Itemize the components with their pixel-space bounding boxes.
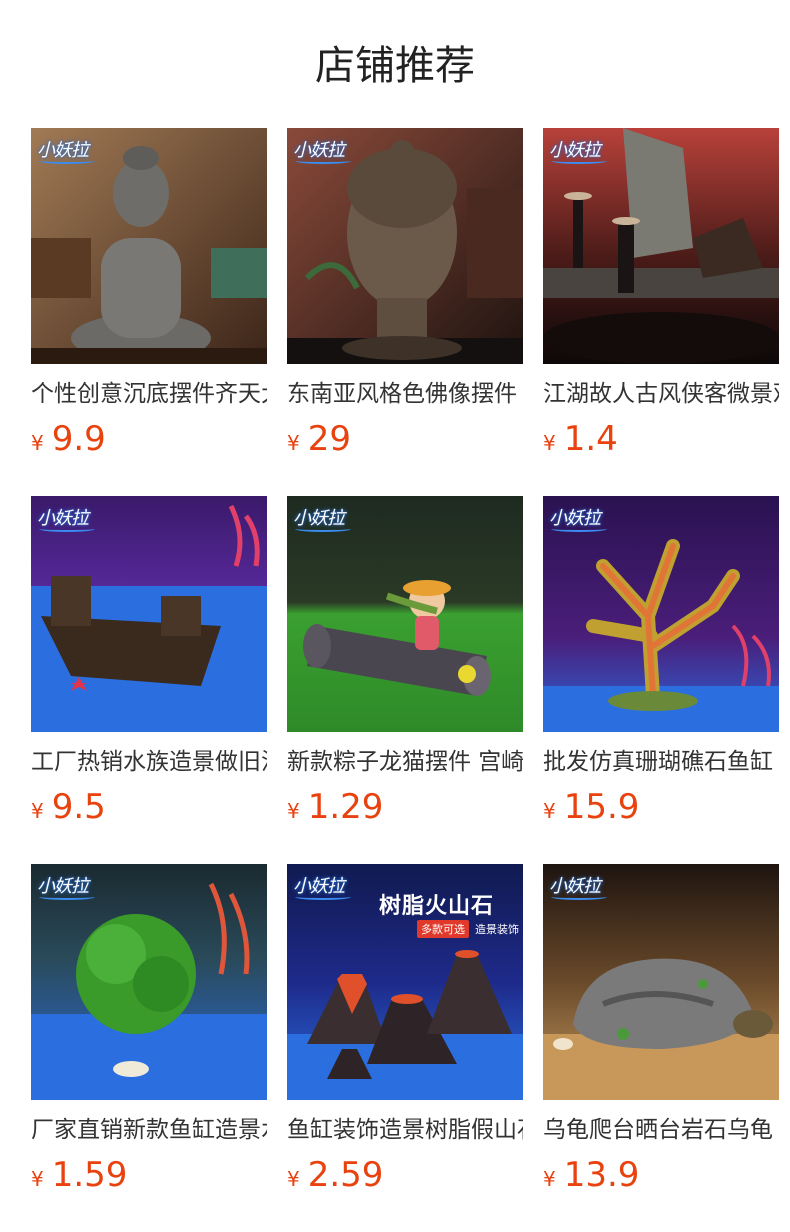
price-value: 1.29: [307, 787, 384, 827]
product-name[interactable]: 工厂热销水族造景做旧沉船: [31, 746, 267, 778]
brand-logo-wave-icon: [551, 158, 607, 164]
currency-symbol: ¥: [31, 431, 44, 455]
brand-logo-wave-icon: [551, 894, 607, 900]
product-card[interactable]: 小妖拉 批发仿真珊瑚礁石鱼缸 ¥ 15.9: [543, 496, 779, 864]
product-name[interactable]: 批发仿真珊瑚礁石鱼缸: [543, 746, 779, 778]
product-image-buddha[interactable]: 小妖拉: [287, 128, 523, 364]
price-value: 2.59: [307, 1155, 384, 1195]
product-card[interactable]: 小妖拉 乌龟爬台晒台岩石乌龟 ¥ 13.9: [543, 864, 779, 1232]
product-name[interactable]: 乌龟爬台晒台岩石乌龟: [543, 1114, 779, 1146]
product-name[interactable]: 东南亚风格色佛像摆件: [287, 378, 523, 410]
product-image-volcano-rocks[interactable]: 小妖拉 树脂火山石 多款可选 造景装饰: [287, 864, 523, 1100]
product-grid: 小妖拉 个性创意沉底摆件齐天大圣 ¥ 9.9: [31, 128, 779, 1232]
currency-symbol: ¥: [287, 1167, 300, 1191]
price-value: 9.9: [51, 419, 106, 459]
product-card[interactable]: 小妖拉 树脂火山石 多款可选 造景装饰 鱼缸装饰造景树脂假山石 ¥ 2.59: [287, 864, 523, 1232]
product-card[interactable]: 小妖拉 江湖故人古风侠客微景观 ¥ 1.4: [543, 128, 779, 496]
product-card[interactable]: 小妖拉 个性创意沉底摆件齐天大圣 ¥ 9.9: [31, 128, 267, 496]
currency-symbol: ¥: [543, 799, 556, 823]
product-card[interactable]: 小妖拉 厂家直销新款鱼缸造景水草 ¥ 1.59: [31, 864, 267, 1232]
product-image-monkey-king[interactable]: 小妖拉: [31, 128, 267, 364]
brand-logo-wave-icon: [295, 894, 351, 900]
product-price: ¥ 1.59: [31, 1156, 267, 1194]
image-overlay-tag: 多款可选 造景装饰: [417, 920, 519, 938]
product-price: ¥ 1.4: [543, 420, 779, 458]
product-name[interactable]: 个性创意沉底摆件齐天大圣: [31, 378, 267, 410]
product-price: ¥ 9.9: [31, 420, 267, 458]
product-image-wuxia-figures[interactable]: 小妖拉: [543, 128, 779, 364]
currency-symbol: ¥: [287, 799, 300, 823]
currency-symbol: ¥: [543, 1167, 556, 1191]
product-name[interactable]: 厂家直销新款鱼缸造景水草: [31, 1114, 267, 1146]
image-overlay-title: 树脂火山石: [379, 894, 495, 919]
currency-symbol: ¥: [287, 431, 300, 455]
brand-logo-wave-icon: [295, 526, 351, 532]
product-image-girl-on-log[interactable]: 小妖拉: [287, 496, 523, 732]
overlay-subtitle: 造景装饰: [475, 923, 519, 936]
product-image-coral[interactable]: 小妖拉: [543, 496, 779, 732]
product-image-shipwreck[interactable]: 小妖拉: [31, 496, 267, 732]
page-title: 店铺推荐: [315, 43, 475, 89]
currency-symbol: ¥: [31, 1167, 44, 1191]
brand-logo-wave-icon: [39, 526, 95, 532]
product-card[interactable]: 小妖拉 东南亚风格色佛像摆件 ¥ 29: [287, 128, 523, 496]
brand-logo-wave-icon: [551, 526, 607, 532]
brand-logo-wave-icon: [295, 158, 351, 164]
product-price: ¥ 13.9: [543, 1156, 779, 1194]
product-name[interactable]: 鱼缸装饰造景树脂假山石: [287, 1114, 523, 1146]
product-price: ¥ 9.5: [31, 788, 267, 826]
brand-logo-wave-icon: [39, 894, 95, 900]
price-value: 15.9: [563, 787, 640, 827]
price-value: 13.9: [563, 1155, 640, 1195]
product-price: ¥ 15.9: [543, 788, 779, 826]
product-price: ¥ 29: [287, 420, 523, 458]
overlay-badge: 多款可选: [417, 920, 469, 938]
product-image-aquatic-grass[interactable]: 小妖拉: [31, 864, 267, 1100]
price-value: 9.5: [51, 787, 106, 827]
product-image-turtle-rock[interactable]: 小妖拉: [543, 864, 779, 1100]
store-recommendations-page: 店铺推荐 小妖拉 个性创意沉底摆件齐天 ¥ 9.9 小妖拉 东南亚风格色佛像摆件…: [0, 0, 790, 1232]
price-value: 1.4: [563, 419, 618, 459]
product-card[interactable]: 小妖拉 新款粽子龙猫摆件 宫崎骏 ¥ 1.29: [287, 496, 523, 864]
price-value: 1.59: [51, 1155, 128, 1195]
product-card[interactable]: 小妖拉 工厂热销水族造景做旧沉船 ¥ 9.5: [31, 496, 267, 864]
price-value: 29: [307, 419, 351, 459]
currency-symbol: ¥: [31, 799, 44, 823]
product-price: ¥ 1.29: [287, 788, 523, 826]
brand-logo-wave-icon: [39, 158, 95, 164]
product-price: ¥ 2.59: [287, 1156, 523, 1194]
product-name[interactable]: 新款粽子龙猫摆件 宫崎骏: [287, 746, 523, 778]
currency-symbol: ¥: [543, 431, 556, 455]
product-name[interactable]: 江湖故人古风侠客微景观: [543, 378, 779, 410]
